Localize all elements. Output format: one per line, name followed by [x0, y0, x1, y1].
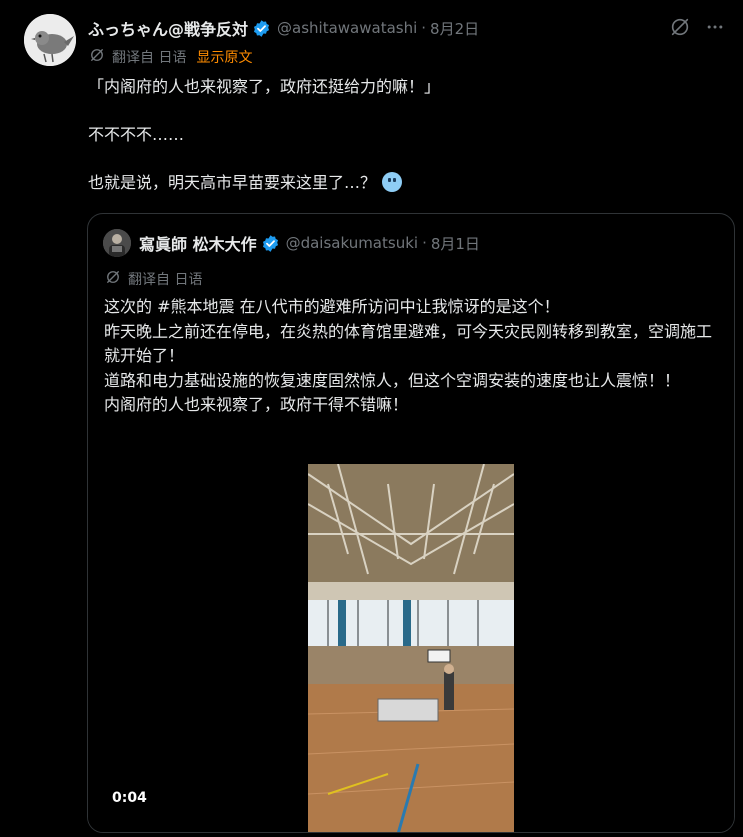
translate-label: 翻译自 日语 — [112, 50, 187, 66]
video-frame[interactable] — [308, 464, 514, 832]
tweet-line-1: 「内阁府的人也来视察了，政府还挺给力的嘛！」 — [88, 77, 441, 96]
show-original-link[interactable]: 显示原文 — [196, 47, 252, 67]
cold-sweat-emoji-icon — [382, 172, 403, 192]
quoted-translation-notice: 翻译自 日语 — [104, 268, 202, 290]
author-handle[interactable]: @ashitawawatashi — [277, 19, 417, 37]
author-name[interactable]: ふっちゃん@戦争反対 — [88, 16, 248, 40]
tweet-header: ふっちゃん@戦争反対 @ashitawawatashi · 8月2日 — [88, 16, 725, 40]
quoted-tweet-text: 这次的 #熊本地震 在八代市的避难所访问中让我惊讶的是这个！ 昨天晚上之前还在停… — [104, 295, 714, 418]
quoted-post-date: 8月1日 — [430, 234, 480, 253]
quoted-line-4: 内阁府的人也来视察了，政府干得不错嘛！ — [104, 395, 409, 415]
translation-notice: 翻译自 日语 显示原文 — [88, 46, 252, 68]
separator-dot: · — [421, 19, 427, 37]
verified-badge-icon — [261, 234, 280, 253]
tweet-post: ふっちゃん@戦争反対 @ashitawawatashi · 8月2日 翻译自 日… — [0, 0, 743, 837]
video-player[interactable]: 0:04 — [88, 464, 734, 832]
quoted-line-2: 昨天晚上之前还在停电，在炎热的体育馆里避难，可今天灾民刚转移到教室，空调施工就开… — [104, 321, 713, 366]
quoted-tweet-header: 寫眞師 松木大作 @daisakumatsuki · 8月1日 — [103, 229, 480, 257]
video-timestamp: 0:04 — [112, 790, 147, 806]
quoted-author-name: 寫眞師 松木大作 — [139, 235, 257, 254]
translate-icon — [104, 268, 122, 290]
tweet-text: 「内阁府的人也来视察了，政府还挺给力的嘛！」 不不不不…… 也就是说，明天高市早… — [88, 75, 723, 195]
header-actions — [669, 16, 725, 38]
quoted-tweet[interactable]: 寫眞師 松木大作 @daisakumatsuki · 8月1日 翻译自 日语 这 — [87, 213, 735, 833]
tweet-line-2: 不不不不…… — [88, 125, 185, 144]
quoted-line-1: 这次的 #熊本地震 在八代市的避难所访问中让我惊讶的是这个！ — [104, 297, 560, 316]
quoted-author-handle: @daisakumatsuki — [285, 234, 419, 252]
quoted-translate-label: 翻译自 日语 — [128, 272, 203, 288]
more-icon[interactable] — [705, 17, 725, 37]
tweet-line-3-text: 也就是说，明天高市早苗要来这里了…？ — [88, 173, 377, 192]
post-date[interactable]: 8月2日 — [430, 18, 479, 39]
tweet-line-3: 也就是说，明天高市早苗要来这里了…？ — [88, 171, 723, 195]
grok-icon[interactable] — [669, 16, 691, 38]
quoted-line-3: 道路和电力基础设施的恢复速度固然惊人，但这个空调安装的速度也让人震惊！！ — [104, 370, 681, 390]
quoted-avatar — [103, 229, 131, 257]
separator-dot: · — [422, 234, 427, 252]
verified-badge-icon — [252, 19, 271, 38]
translate-icon — [88, 46, 106, 68]
avatar[interactable] — [24, 14, 76, 66]
